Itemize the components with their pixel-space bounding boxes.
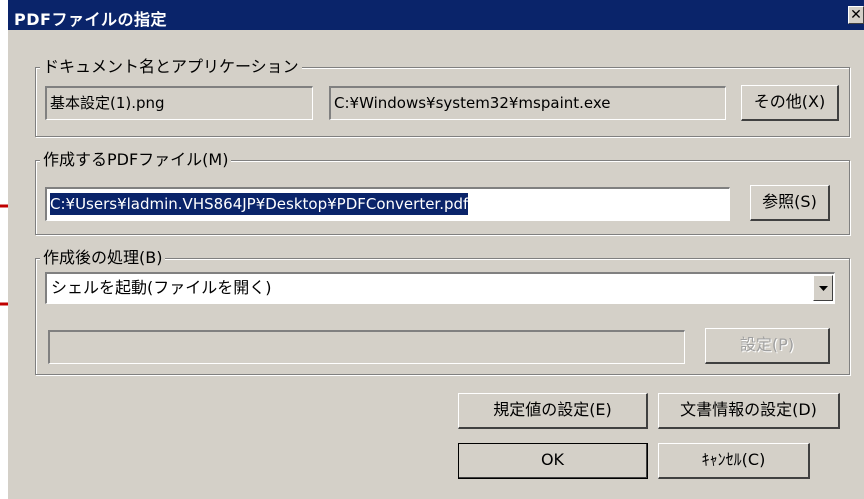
- dropdown-button[interactable]: [813, 275, 833, 301]
- application-path-field: C:¥Windows¥system32¥mspaint.exe: [329, 86, 726, 120]
- pdf-path-input[interactable]: C:¥Users¥ladmin.VHS864JP¥Desktop¥PDFConv…: [45, 187, 730, 221]
- pdf-dialog: PDFファイルの指定 ✕ ドキュメント名とアプリケーション 基本設定(1).pn…: [8, 0, 864, 499]
- cancel-button[interactable]: ｷｬﾝｾﾙ(C): [658, 443, 810, 479]
- settings-button: 設定(P): [705, 328, 830, 364]
- close-button[interactable]: ✕: [848, 6, 864, 24]
- close-icon: ✕: [850, 7, 862, 23]
- post-action-value: シェルを起動(ファイルを開く): [51, 278, 272, 297]
- document-app-legend: ドキュメント名とアプリケーション: [40, 58, 302, 76]
- post-action-select[interactable]: シェルを起動(ファイルを開く): [45, 272, 835, 304]
- browse-button[interactable]: 参照(S): [750, 185, 830, 221]
- document-info-button[interactable]: 文書情報の設定(D): [658, 393, 840, 429]
- document-name-field: 基本設定(1).png: [45, 86, 313, 120]
- pdf-path-text: C:¥Users¥ladmin.VHS864JP¥Desktop¥PDFConv…: [50, 193, 469, 215]
- title-bar: PDFファイルの指定 ✕: [8, 0, 864, 30]
- default-values-button[interactable]: 規定値の設定(E): [458, 393, 648, 429]
- command-field: [48, 330, 685, 364]
- post-process-legend: 作成後の処理(B): [40, 249, 166, 267]
- ok-button[interactable]: OK: [458, 443, 648, 479]
- chevron-down-icon: [819, 286, 828, 291]
- pdf-file-legend: 作成するPDFファイル(M): [40, 151, 232, 169]
- other-button[interactable]: その他(X): [741, 85, 839, 121]
- dialog-title: PDFファイルの指定: [14, 10, 167, 29]
